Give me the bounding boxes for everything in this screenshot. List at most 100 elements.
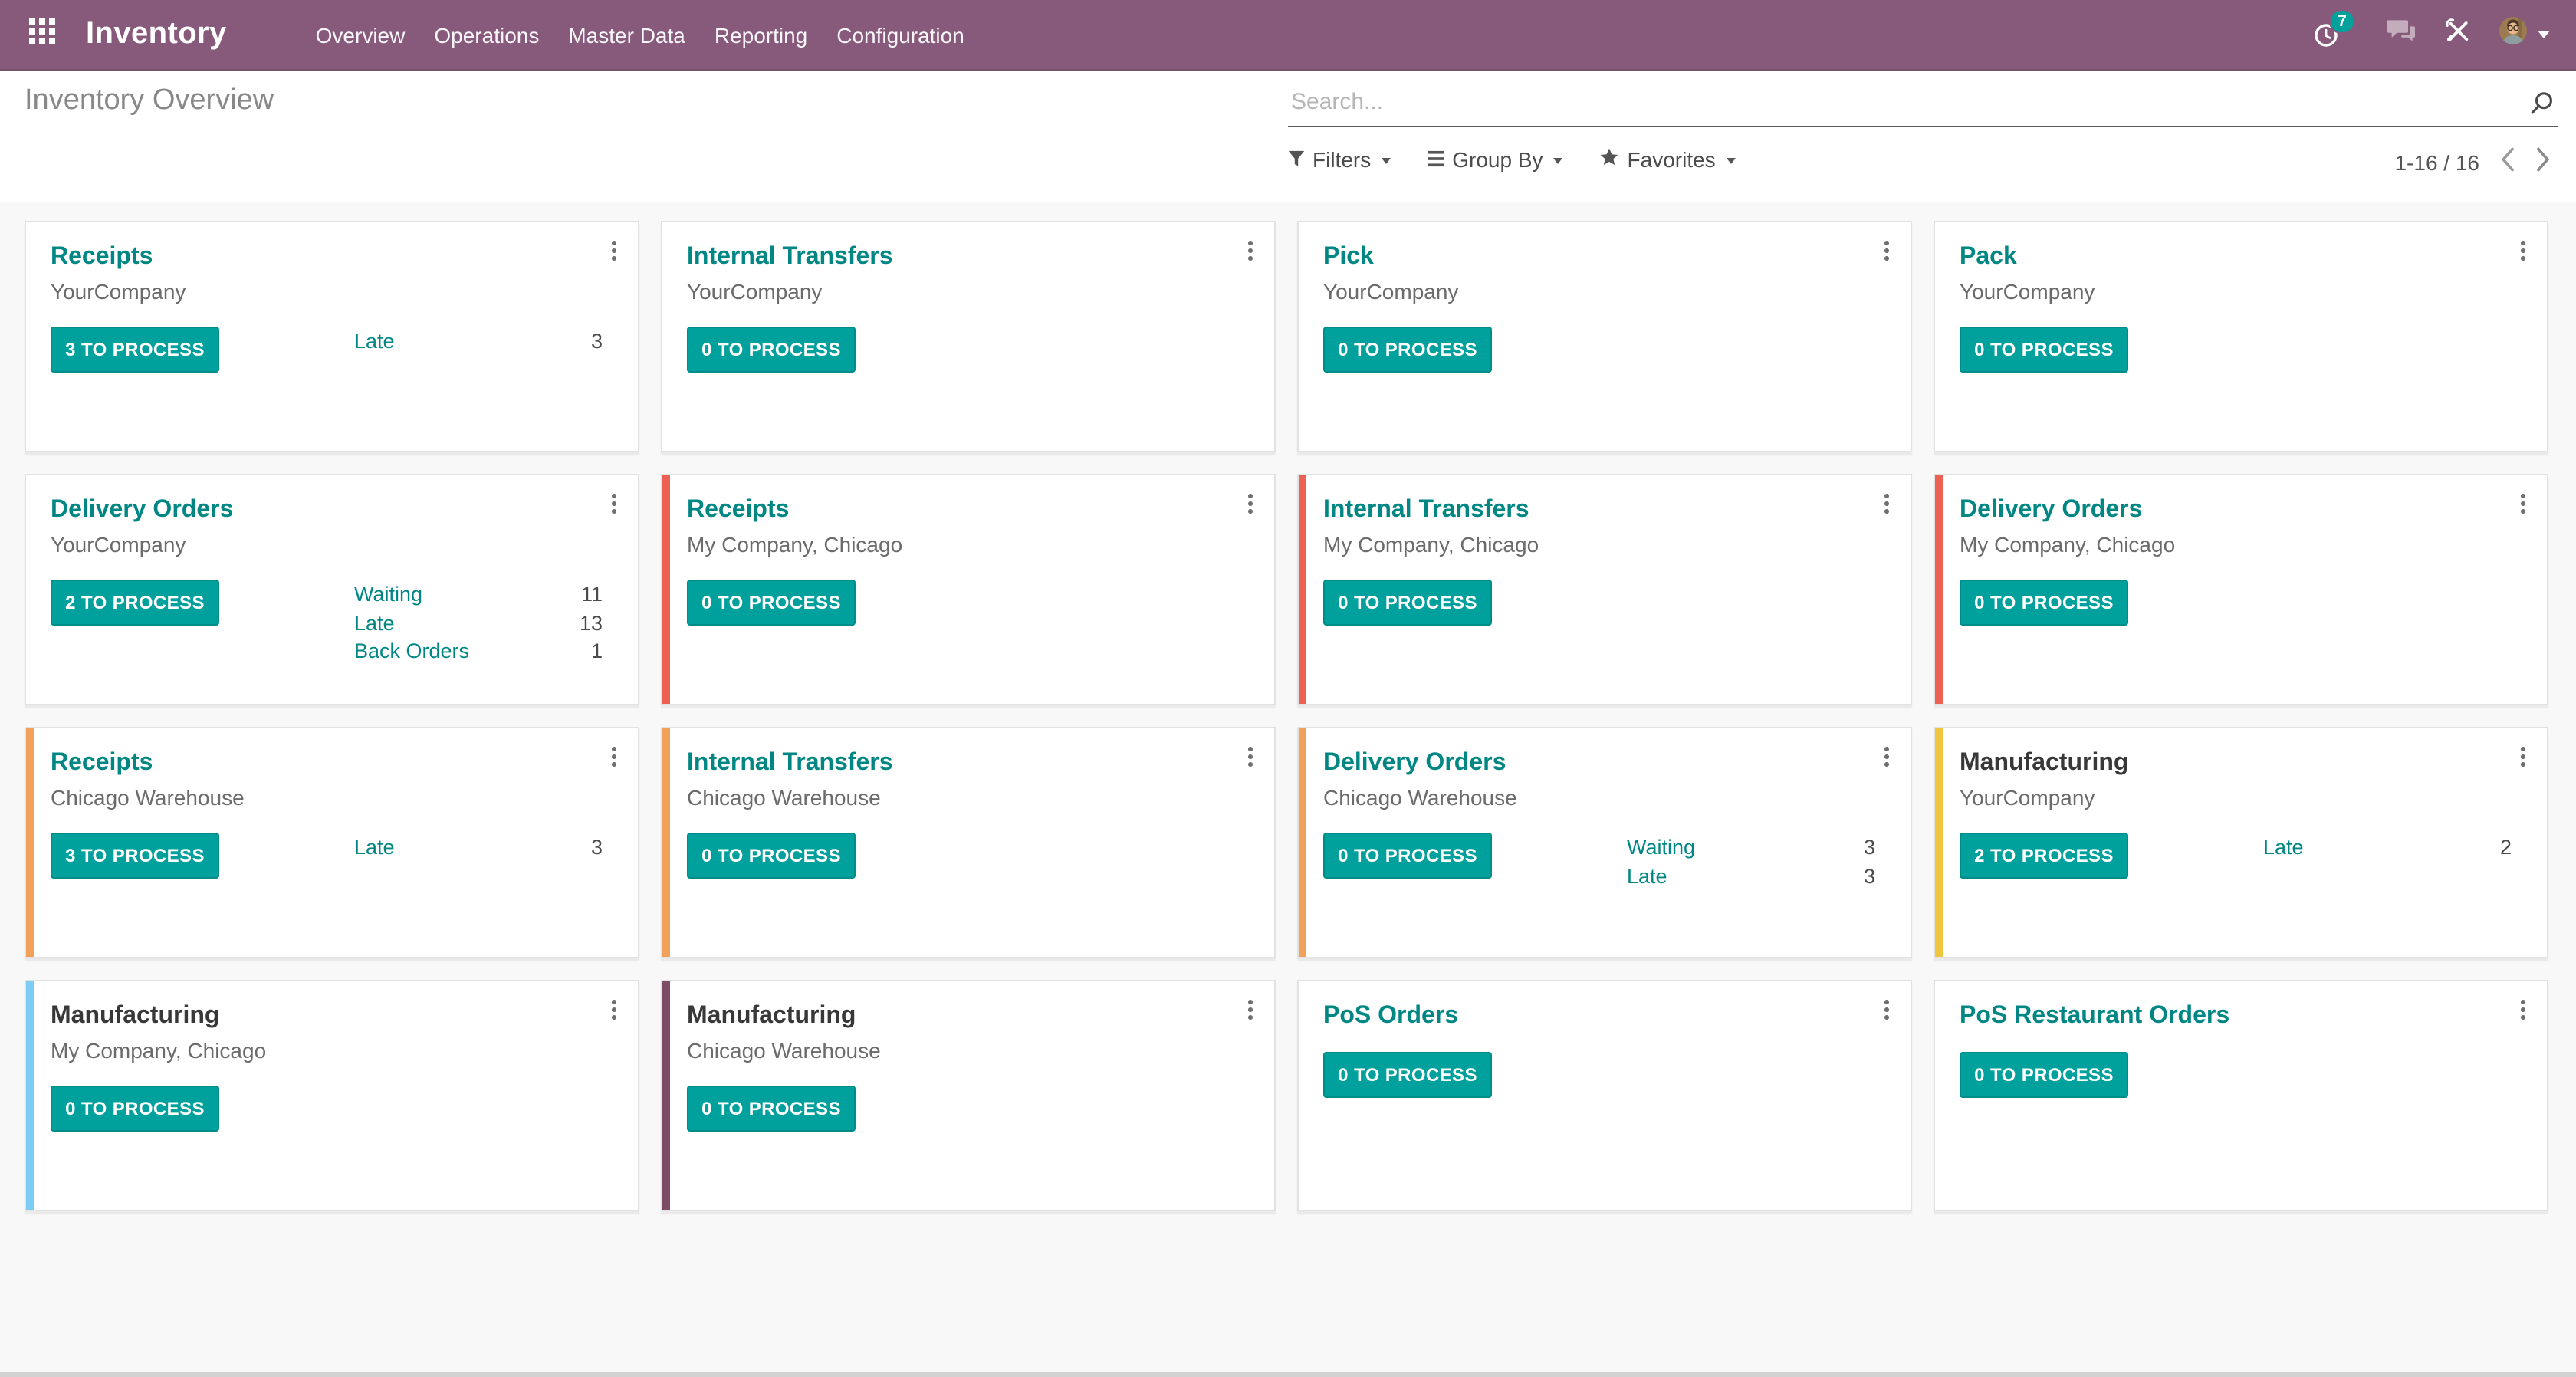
card-title[interactable]: Pack xyxy=(1960,241,2017,273)
search-options: Filters Group By Favorites xyxy=(1288,147,1736,172)
card-title[interactable]: Internal Transfers xyxy=(687,241,893,273)
to-process-button[interactable]: 0 TO PROCESS xyxy=(687,833,856,879)
card-title[interactable]: Pick xyxy=(1323,241,1374,273)
to-process-button[interactable]: 2 TO PROCESS xyxy=(51,580,219,626)
card-title[interactable]: PoS Restaurant Orders xyxy=(1960,1000,2229,1032)
stat-row: Back Orders 1 xyxy=(354,638,603,666)
card-title[interactable]: Manufacturing xyxy=(687,1000,856,1032)
activities-button[interactable]: 7 xyxy=(2314,8,2357,51)
card-subtitle: My Company, Chicago xyxy=(687,532,903,557)
stat-label[interactable]: Waiting xyxy=(1627,834,1695,863)
nav-menu-master-data[interactable]: Master Data xyxy=(568,22,685,47)
kanban-card: PoS Restaurant Orders 0 TO PROCESS xyxy=(1934,980,2548,1211)
card-title[interactable]: Receipts xyxy=(51,241,153,273)
to-process-button[interactable]: 0 TO PROCESS xyxy=(687,1086,856,1132)
card-options-kebab-button[interactable] xyxy=(1877,491,1897,517)
stat-label[interactable]: Late xyxy=(354,610,395,638)
nav-menu-reporting[interactable]: Reporting xyxy=(715,22,807,47)
card-options-kebab-button[interactable] xyxy=(1877,238,1897,264)
kanban-card: Internal Transfers YourCompany 0 TO PROCES… xyxy=(661,221,1276,452)
card-subtitle: YourCompany xyxy=(1323,279,1459,304)
pager-next-button[interactable] xyxy=(2536,147,2550,176)
card-title[interactable]: Receipts xyxy=(51,747,153,779)
search-icon[interactable] xyxy=(2530,90,2555,123)
to-process-button[interactable]: 0 TO PROCESS xyxy=(1960,580,2128,626)
to-process-button[interactable]: 0 TO PROCESS xyxy=(1323,327,1492,373)
card-title[interactable]: Internal Transfers xyxy=(687,747,893,779)
stat-label[interactable]: Late xyxy=(354,328,395,357)
chevron-down-icon xyxy=(2538,31,2550,38)
card-options-kebab-button[interactable] xyxy=(604,238,624,264)
filters-dropdown[interactable]: Filters xyxy=(1288,147,1392,172)
card-options-kebab-button[interactable] xyxy=(1877,744,1897,770)
to-process-button[interactable]: 0 TO PROCESS xyxy=(687,580,856,626)
card-title[interactable]: Delivery Orders xyxy=(51,494,233,526)
card-ribbon-red xyxy=(1935,475,1943,704)
card-subtitle: Chicago Warehouse xyxy=(687,1038,881,1063)
to-process-button[interactable]: 3 TO PROCESS xyxy=(51,327,219,373)
messages-button[interactable] xyxy=(2386,18,2417,51)
card-options-kebab-button[interactable] xyxy=(1877,997,1897,1023)
to-process-button[interactable]: 0 TO PROCESS xyxy=(51,1086,219,1132)
to-process-button[interactable]: 0 TO PROCESS xyxy=(687,327,856,373)
stat-value: 3 xyxy=(1863,836,1875,859)
caret-down-icon xyxy=(1553,158,1563,164)
card-title[interactable]: Delivery Orders xyxy=(1960,494,2142,526)
card-options-kebab-button[interactable] xyxy=(604,744,624,770)
kanban-card: Delivery Orders My Company, Chicago 0 TO P… xyxy=(1934,474,2548,705)
card-options-kebab-button[interactable] xyxy=(1240,238,1260,264)
card-subtitle: YourCompany xyxy=(1960,279,2095,304)
stat-value: 3 xyxy=(1863,864,1875,887)
card-title[interactable]: PoS Orders xyxy=(1323,1000,1458,1032)
card-subtitle: YourCompany xyxy=(51,279,186,304)
nav-menu-overview[interactable]: Overview xyxy=(316,22,406,47)
card-subtitle: Chicago Warehouse xyxy=(1323,785,1517,810)
debug-tools-button[interactable] xyxy=(2446,18,2470,51)
stat-label[interactable]: Late xyxy=(354,834,395,863)
card-subtitle: My Company, Chicago xyxy=(1960,532,2176,557)
card-subtitle: Chicago Warehouse xyxy=(51,785,245,810)
card-title[interactable]: Internal Transfers xyxy=(1323,494,1530,526)
user-menu[interactable] xyxy=(2499,17,2550,52)
to-process-button[interactable]: 0 TO PROCESS xyxy=(1323,1052,1492,1098)
card-options-kebab-button[interactable] xyxy=(2513,744,2533,770)
card-title[interactable]: Receipts xyxy=(687,494,789,526)
card-subtitle: Chicago Warehouse xyxy=(687,785,881,810)
card-title[interactable]: Manufacturing xyxy=(51,1000,219,1032)
stat-label[interactable]: Waiting xyxy=(354,581,422,610)
card-title[interactable]: Manufacturing xyxy=(1960,747,2128,779)
card-options-kebab-button[interactable] xyxy=(2513,491,2533,517)
card-subtitle: My Company, Chicago xyxy=(51,1038,267,1063)
card-options-kebab-button[interactable] xyxy=(2513,997,2533,1023)
stat-row: Late 3 xyxy=(354,328,603,357)
apps-grid-icon xyxy=(28,18,54,51)
kanban-card: Receipts YourCompany 3 TO PROCESS Late 3 xyxy=(25,221,639,452)
to-process-button[interactable]: 0 TO PROCESS xyxy=(1323,833,1492,879)
card-options-kebab-button[interactable] xyxy=(1240,997,1260,1023)
apps-menu-button[interactable] xyxy=(21,15,61,54)
card-options-kebab-button[interactable] xyxy=(604,997,624,1023)
to-process-button[interactable]: 2 TO PROCESS xyxy=(1960,833,2128,879)
stat-label[interactable]: Late xyxy=(1627,863,1668,891)
nav-menu-configuration[interactable]: Configuration xyxy=(836,22,964,47)
nav-menu-operations[interactable]: Operations xyxy=(434,22,539,47)
group-by-dropdown[interactable]: Group By xyxy=(1428,147,1563,172)
card-options-kebab-button[interactable] xyxy=(1240,744,1260,770)
stat-value: 11 xyxy=(580,583,603,606)
to-process-button[interactable]: 0 TO PROCESS xyxy=(1960,327,2128,373)
card-options-kebab-button[interactable] xyxy=(1240,491,1260,517)
card-options-kebab-button[interactable] xyxy=(604,491,624,517)
control-panel: Inventory Overview Filters xyxy=(0,71,2576,202)
app-title[interactable]: Inventory xyxy=(86,17,227,52)
to-process-button[interactable]: 0 TO PROCESS xyxy=(1960,1052,2128,1098)
kanban-grid: Receipts YourCompany 3 TO PROCESS Late 3 Inte… xyxy=(25,221,2548,1211)
stat-label[interactable]: Back Orders xyxy=(354,638,469,666)
favorites-dropdown[interactable]: Favorites xyxy=(1600,147,1736,172)
stat-label[interactable]: Late xyxy=(2263,834,2304,863)
card-options-kebab-button[interactable] xyxy=(2513,238,2533,264)
card-title[interactable]: Delivery Orders xyxy=(1323,747,1506,779)
to-process-button[interactable]: 3 TO PROCESS xyxy=(51,833,219,879)
pager-previous-button[interactable] xyxy=(2501,147,2515,176)
search-input[interactable] xyxy=(1288,77,2558,126)
to-process-button[interactable]: 0 TO PROCESS xyxy=(1323,580,1492,626)
